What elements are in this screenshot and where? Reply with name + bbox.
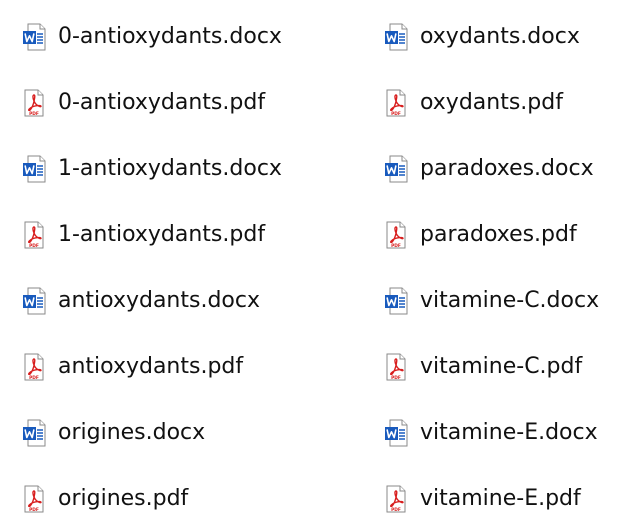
- word-document-icon: [385, 287, 408, 315]
- file-item[interactable]: PDF 0-antioxydants.pdf: [22, 70, 282, 136]
- file-name-label: oxydants.pdf: [420, 90, 563, 115]
- pdf-document-icon: PDF: [24, 353, 44, 381]
- file-name-label: 1-antioxydants.pdf: [58, 222, 266, 247]
- file-name-label: paradoxes.pdf: [420, 222, 577, 247]
- file-item[interactable]: PDF vitamine-E.pdf: [384, 466, 599, 532]
- file-item[interactable]: 1-antioxydants.docx: [22, 136, 282, 202]
- file-name-label: vitamine-C.docx: [420, 288, 600, 313]
- pdf-document-icon: PDF: [24, 89, 44, 117]
- svg-text:PDF: PDF: [29, 111, 39, 117]
- file-item[interactable]: PDF 1-antioxydants.pdf: [22, 202, 282, 268]
- file-item[interactable]: PDF vitamine-C.pdf: [384, 334, 599, 400]
- svg-text:PDF: PDF: [391, 111, 401, 117]
- pdf-document-icon: PDF: [386, 89, 406, 117]
- file-name-label: origines.docx: [58, 420, 206, 445]
- word-document-icon: [385, 23, 408, 51]
- svg-text:PDF: PDF: [29, 507, 39, 513]
- file-item[interactable]: vitamine-C.docx: [384, 268, 599, 334]
- file-list-view: 0-antioxydants.docx PDF 0-antioxydants.p…: [0, 0, 635, 531]
- pdf-document-icon: PDF: [24, 485, 44, 513]
- pdf-document-icon: PDF: [386, 485, 406, 513]
- file-item[interactable]: oxydants.docx: [384, 4, 599, 70]
- file-name-label: vitamine-C.pdf: [420, 354, 583, 379]
- file-column-right: oxydants.docx PDF oxydants.pdf paradoxes…: [384, 4, 599, 532]
- file-item[interactable]: PDF origines.pdf: [22, 466, 282, 532]
- file-name-label: origines.pdf: [58, 486, 189, 511]
- file-name-label: 0-antioxydants.pdf: [58, 90, 266, 115]
- file-item[interactable]: PDF antioxydants.pdf: [22, 334, 282, 400]
- file-item[interactable]: paradoxes.docx: [384, 136, 599, 202]
- file-name-label: 0-antioxydants.docx: [58, 24, 282, 49]
- file-item[interactable]: origines.docx: [22, 400, 282, 466]
- word-document-icon: [23, 287, 46, 315]
- file-item[interactable]: PDF oxydants.pdf: [384, 70, 599, 136]
- file-name-label: paradoxes.docx: [420, 156, 594, 181]
- file-item[interactable]: antioxydants.docx: [22, 268, 282, 334]
- word-document-icon: [23, 419, 46, 447]
- svg-text:PDF: PDF: [391, 507, 401, 513]
- svg-text:PDF: PDF: [29, 375, 39, 381]
- word-document-icon: [23, 23, 46, 51]
- file-item[interactable]: 0-antioxydants.docx: [22, 4, 282, 70]
- file-name-label: 1-antioxydants.docx: [58, 156, 282, 181]
- pdf-document-icon: PDF: [386, 221, 406, 249]
- file-item[interactable]: PDF paradoxes.pdf: [384, 202, 599, 268]
- file-name-label: vitamine-E.docx: [420, 420, 598, 445]
- file-name-label: vitamine-E.pdf: [420, 486, 581, 511]
- word-document-icon: [23, 155, 46, 183]
- word-document-icon: [385, 419, 408, 447]
- svg-text:PDF: PDF: [391, 243, 401, 249]
- file-item[interactable]: vitamine-E.docx: [384, 400, 599, 466]
- file-name-label: antioxydants.docx: [58, 288, 260, 313]
- word-document-icon: [385, 155, 408, 183]
- file-name-label: oxydants.docx: [420, 24, 580, 49]
- svg-text:PDF: PDF: [29, 243, 39, 249]
- file-column-left: 0-antioxydants.docx PDF 0-antioxydants.p…: [22, 4, 282, 532]
- pdf-document-icon: PDF: [386, 353, 406, 381]
- svg-text:PDF: PDF: [391, 375, 401, 381]
- pdf-document-icon: PDF: [24, 221, 44, 249]
- file-name-label: antioxydants.pdf: [58, 354, 244, 379]
